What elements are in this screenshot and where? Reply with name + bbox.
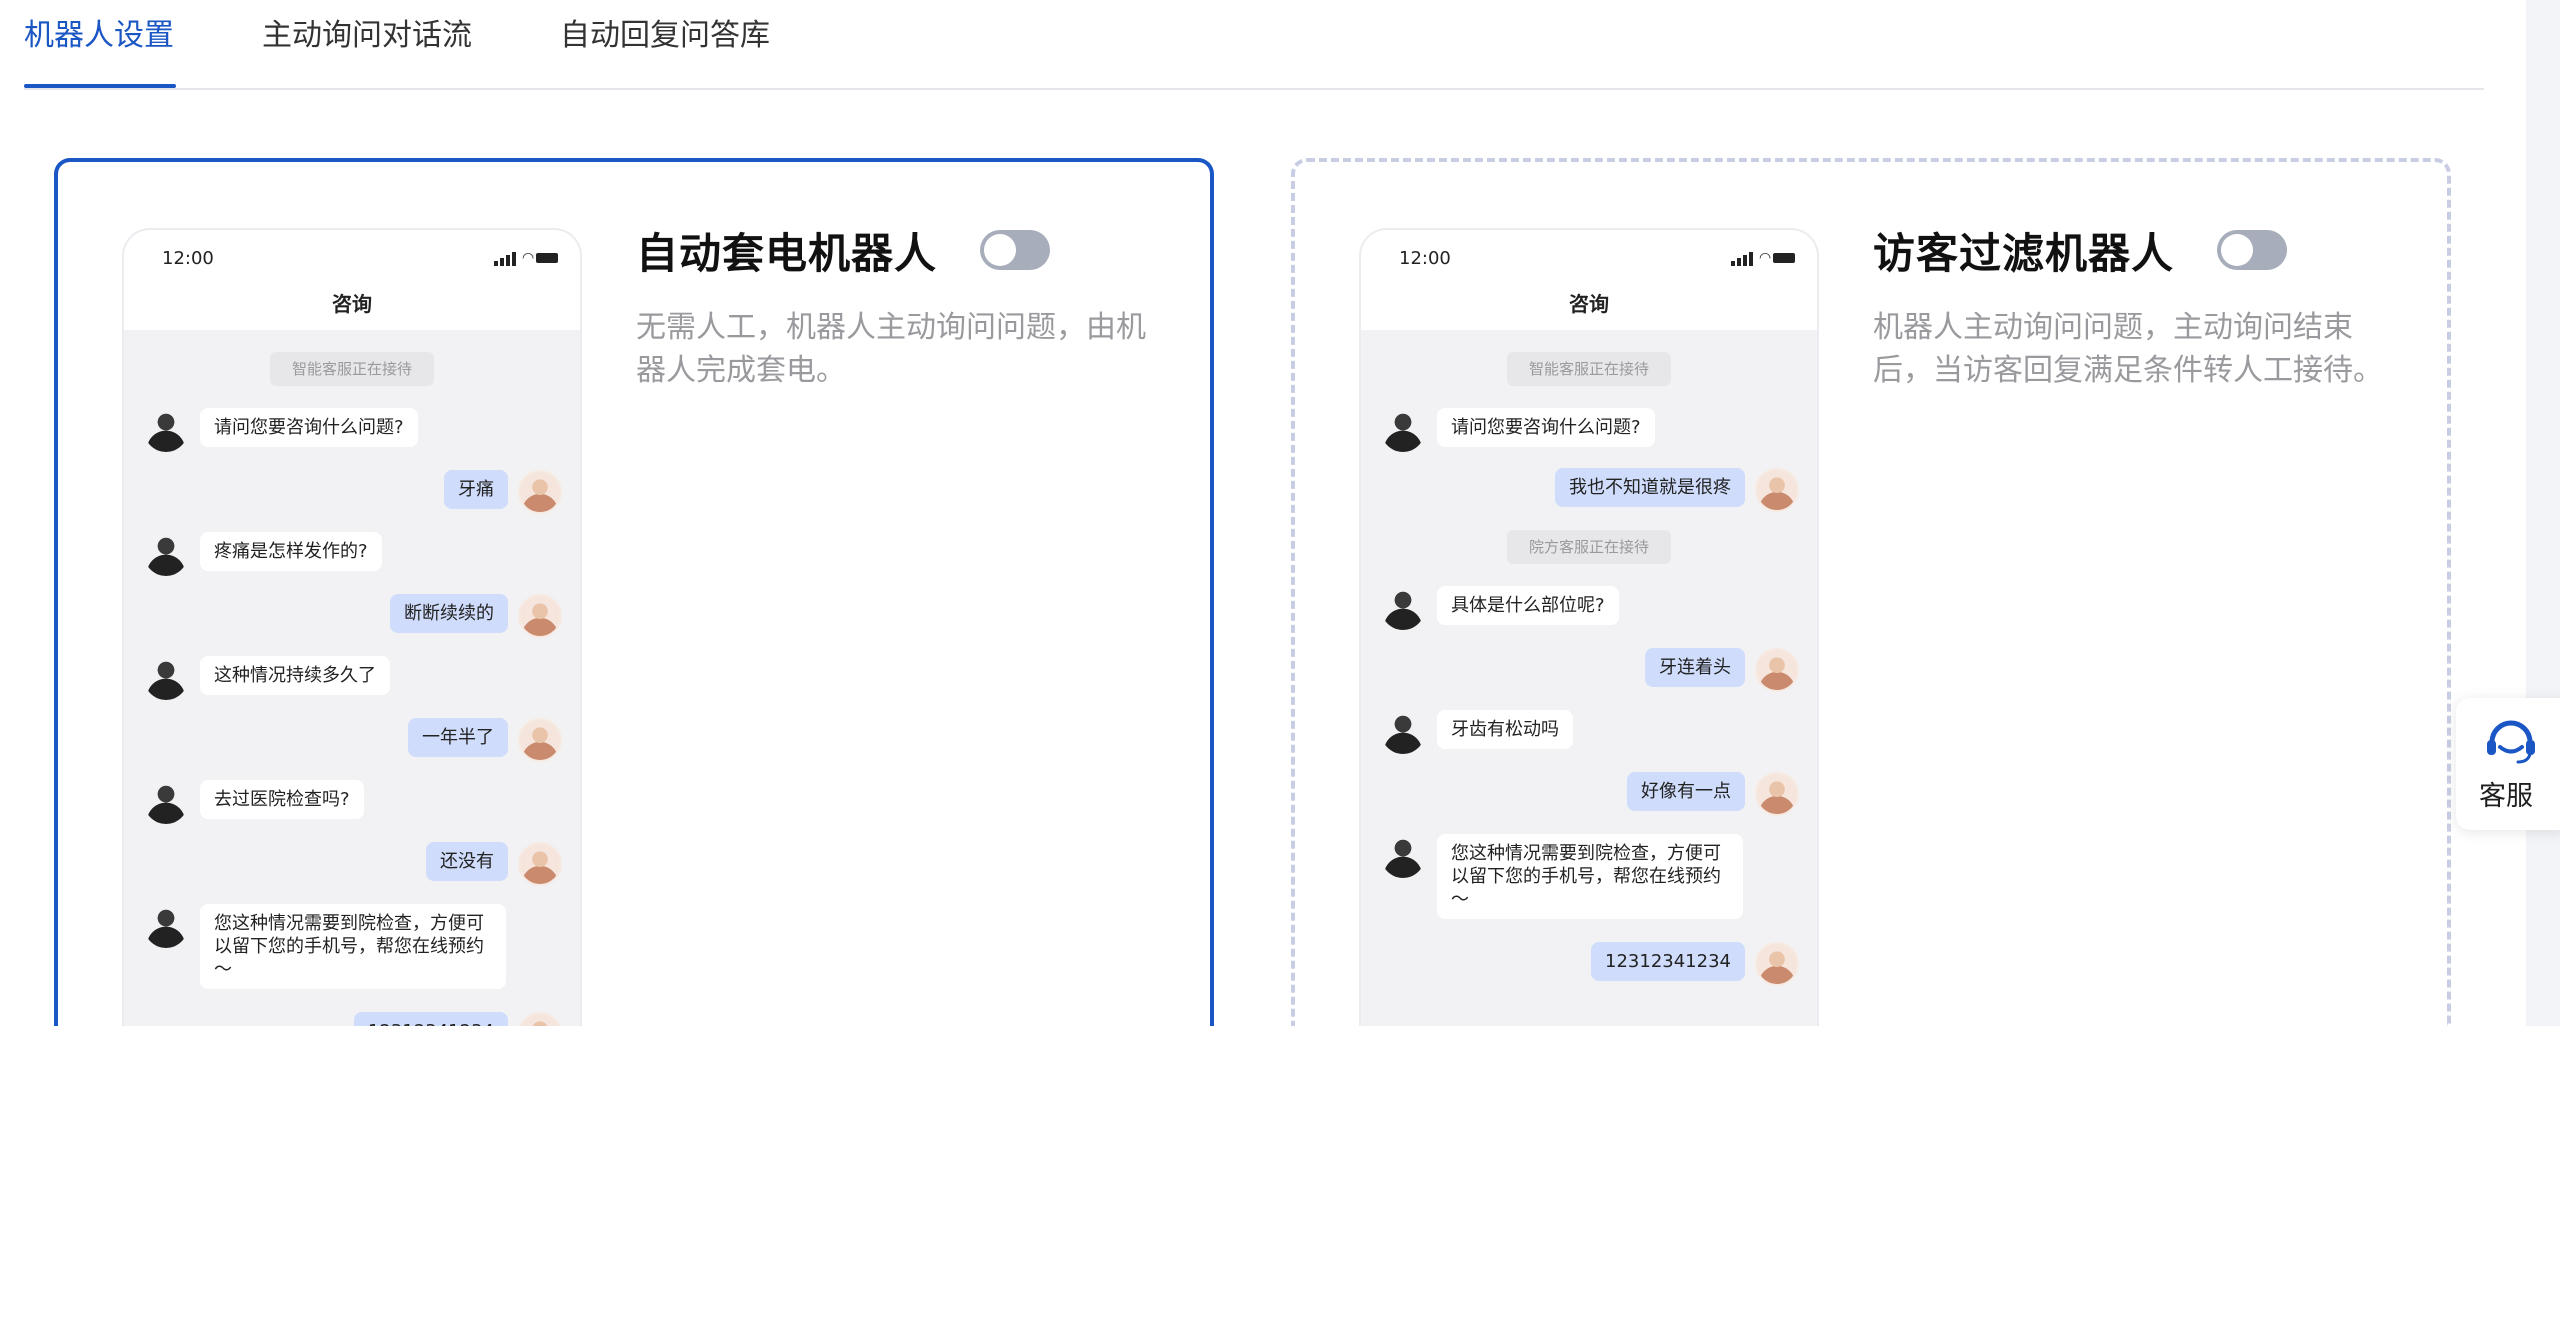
phone-preview: 12:00 ◠ 咨询 智能客服正在接待 请问您要咨询什么问题? 我也不知道就是很… <box>1361 230 1817 1026</box>
bot-avatar <box>144 532 188 576</box>
phone-clock: 12:00 <box>1399 248 1451 269</box>
enable-toggle[interactable] <box>980 230 1050 270</box>
status-icons: ◠ <box>494 250 558 266</box>
user-avatar <box>518 470 562 514</box>
user-avatar <box>518 842 562 886</box>
bot-bubble: 去过医院检查吗? <box>200 780 364 819</box>
user-bubble: 好像有一点 <box>1627 772 1745 811</box>
user-avatar <box>1755 772 1799 816</box>
bot-bubble: 请问您要咨询什么问题? <box>1437 408 1655 447</box>
enable-toggle[interactable] <box>2217 230 2287 270</box>
tab-robot-settings[interactable]: 机器人设置 <box>24 14 174 58</box>
phone-title: 咨询 <box>332 292 372 316</box>
bot-avatar <box>144 408 188 452</box>
card-description: 无需人工，机器人主动询问问题，由机器人完成套电。 <box>636 310 1146 388</box>
user-bubble: 一年半了 <box>408 718 508 757</box>
phone-header: 12:00 ◠ 咨询 <box>124 230 580 330</box>
bot-bubble: 这种情况持续多久了 <box>200 656 390 695</box>
user-bubble: 牙连着头 <box>1645 648 1745 687</box>
bot-avatar <box>144 780 188 824</box>
user-avatar <box>1755 468 1799 512</box>
tab-bar: 机器人设置 主动询问对话流 自动回复问答库 <box>24 0 2484 90</box>
robot-card-visitor-filter[interactable]: 12:00 ◠ 咨询 智能客服正在接待 请问您要咨询什么问题? 我也不知道就是很… <box>1291 158 2451 1026</box>
customer-service-label: 客服 <box>2479 781 2533 812</box>
bot-avatar <box>1381 710 1425 754</box>
bot-bubble: 请问您要咨询什么问题? <box>200 408 418 447</box>
bot-avatar <box>1381 586 1425 630</box>
phone-preview: 12:00 ◠ 咨询 智能客服正在接待 请问您要咨询什么问题? 牙痛 疼痛是怎样… <box>124 230 580 1026</box>
toggle-knob <box>984 234 1016 266</box>
user-bubble: 还没有 <box>426 842 508 881</box>
user-avatar <box>518 594 562 638</box>
toggle-knob <box>2221 234 2253 266</box>
bot-avatar <box>144 904 188 948</box>
active-tab-indicator <box>24 84 176 88</box>
system-note: 智能客服正在接待 <box>269 352 435 386</box>
bot-bubble: 疼痛是怎样发作的? <box>200 532 382 571</box>
bot-bubble: 您这种情况需要到院检查，方便可以留下您的手机号，帮您在线预约～ <box>1437 834 1743 919</box>
user-avatar <box>1755 942 1799 986</box>
bot-avatar <box>1381 408 1425 452</box>
phone-header: 12:00 ◠ 咨询 <box>1361 230 1817 330</box>
battery-icon <box>1773 253 1795 263</box>
card-title: 访客过滤机器人 <box>1873 229 2175 278</box>
bot-avatar <box>1381 834 1425 878</box>
card-title: 自动套电机器人 <box>636 229 938 278</box>
user-bubble: 12312341234 <box>1591 942 1745 981</box>
phone-clock: 12:00 <box>162 248 214 269</box>
bot-bubble: 具体是什么部位呢? <box>1437 586 1619 625</box>
wifi-icon: ◠ <box>1759 250 1772 266</box>
battery-icon <box>536 253 558 263</box>
system-note: 智能客服正在接待 <box>1506 352 1672 386</box>
user-bubble: 牙痛 <box>444 470 508 509</box>
phone-title: 咨询 <box>1569 292 1609 316</box>
wifi-icon: ◠ <box>522 250 535 266</box>
robot-card-auto-lead[interactable]: 12:00 ◠ 咨询 智能客服正在接待 请问您要咨询什么问题? 牙痛 疼痛是怎样… <box>54 158 1214 1026</box>
user-bubble: 断断续续的 <box>390 594 508 633</box>
bot-bubble: 您这种情况需要到院检查，方便可以留下您的手机号，帮您在线预约～ <box>200 904 506 989</box>
user-avatar <box>1755 648 1799 692</box>
bot-avatar <box>144 656 188 700</box>
system-note: 院方客服正在接待 <box>1506 530 1672 564</box>
page-scrollbar[interactable] <box>2526 0 2560 1026</box>
tab-auto-reply-library[interactable]: 自动回复问答库 <box>560 14 770 58</box>
card-description: 机器人主动询问问题，主动询问结束后，当访客回复满足条件转人工接待。 <box>1873 310 2383 388</box>
status-icons: ◠ <box>1731 250 1795 266</box>
user-avatar <box>518 718 562 762</box>
bot-bubble: 牙齿有松动吗 <box>1437 710 1573 749</box>
user-avatar <box>518 1012 562 1026</box>
tab-active-inquiry-flow[interactable]: 主动询问对话流 <box>262 14 472 58</box>
customer-service-button[interactable]: 客服 <box>2456 698 2560 830</box>
user-bubble: 我也不知道就是很疼 <box>1555 468 1745 507</box>
user-bubble: 12312341234 <box>354 1012 508 1026</box>
headset-icon <box>2487 720 2535 764</box>
